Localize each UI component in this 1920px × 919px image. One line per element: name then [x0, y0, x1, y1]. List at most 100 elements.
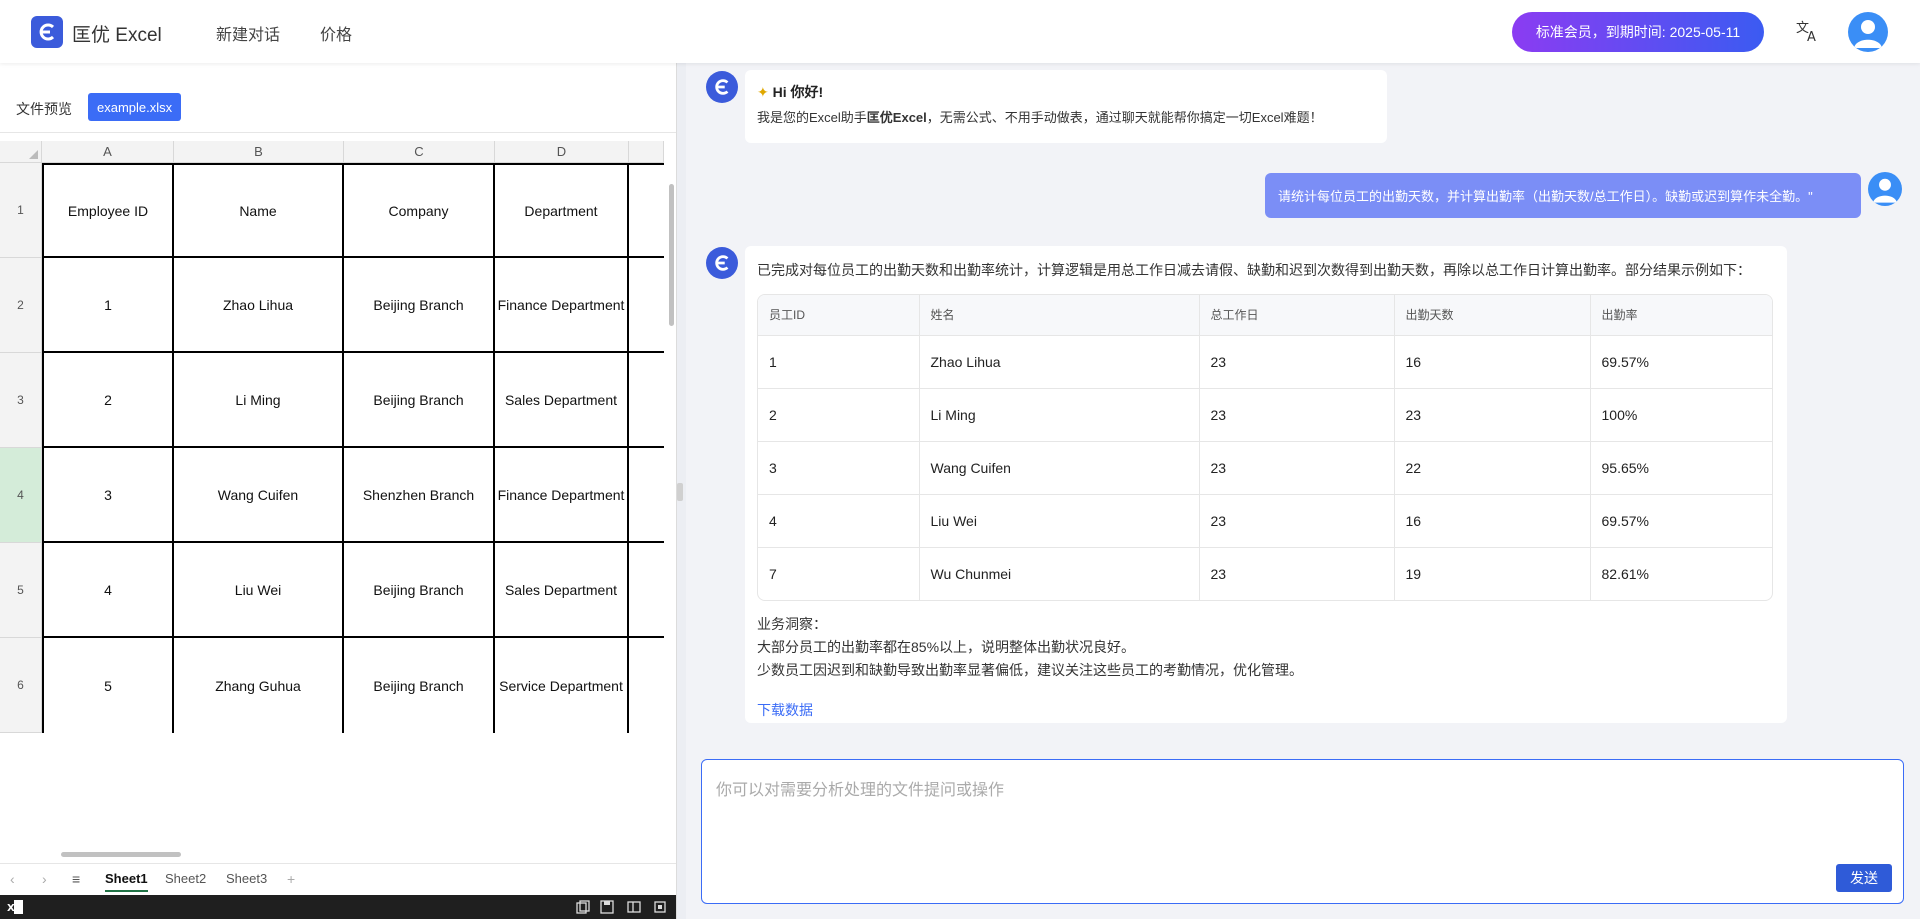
cell[interactable]: Beijing Branch: [344, 638, 495, 733]
table-cell: 23: [1199, 547, 1395, 600]
nav-pricing[interactable]: 价格: [320, 21, 352, 45]
vertical-scrollbar[interactable]: [669, 184, 674, 326]
cell[interactable]: Name: [174, 163, 344, 258]
cell[interactable]: [629, 638, 664, 733]
sheet-tab-sheet2[interactable]: Sheet2: [165, 871, 206, 886]
table-cell: 82.61%: [1601, 565, 1649, 582]
row-header[interactable]: 2: [0, 258, 42, 353]
cell[interactable]: [629, 353, 664, 448]
prev-sheet-icon[interactable]: ‹: [10, 871, 15, 887]
row-header[interactable]: 1: [0, 163, 42, 258]
cell[interactable]: Sales Department: [495, 543, 629, 638]
sheet-tab-sheet3[interactable]: Sheet3: [226, 871, 267, 886]
cell[interactable]: Zhao Lihua: [174, 258, 344, 353]
row-header-selected[interactable]: 4: [0, 448, 42, 543]
column-header[interactable]: [629, 141, 664, 163]
cell[interactable]: Shenzhen Branch: [344, 448, 495, 543]
cell[interactable]: Wang Cuifen: [174, 448, 344, 543]
row-header[interactable]: 5: [0, 543, 42, 638]
sheet-list-menu-icon[interactable]: ≡: [72, 871, 80, 887]
row-header[interactable]: 3: [0, 353, 42, 448]
greeting-text: 我是您的Excel助手匡优Excel，无需公式、不用手动做表，通过聊天就能帮你搞…: [757, 107, 1323, 126]
column-header[interactable]: C: [344, 141, 495, 163]
cell[interactable]: Sales Department: [495, 353, 629, 448]
spreadsheet-grid[interactable]: A B C D 1 2 3 4 5 6 Employee ID Name Com…: [0, 141, 676, 919]
sheet-tab-sheet1[interactable]: Sheet1: [105, 871, 148, 892]
splitter-grip-icon[interactable]: [677, 483, 683, 501]
table-header: 总工作日: [1199, 295, 1395, 336]
cell[interactable]: Zhang Guhua: [174, 638, 344, 733]
cell[interactable]: [629, 448, 664, 543]
file-tab[interactable]: example.xlsx: [88, 93, 182, 121]
greeting-text-suffix: ，无需公式、不用手动做表，通过聊天就能帮你搞定一切Excel难题！: [926, 110, 1323, 125]
table-cell: 23: [1394, 388, 1591, 442]
cell[interactable]: Department: [495, 163, 629, 258]
fullscreen-icon[interactable]: [652, 899, 668, 915]
send-button[interactable]: 发送: [1836, 864, 1892, 892]
file-preview-bar: 文件预览 example.xlsx: [0, 63, 676, 133]
table-cell: 16: [1394, 335, 1591, 389]
table-row: 2 Li Ming 23 23 100%: [758, 388, 1772, 442]
sheet-tab-bar: ‹ › ≡ Sheet1 Sheet2 Sheet3 +: [0, 863, 676, 893]
user-message: 请统计每位员工的出勤天数，并计算出勤率（出勤天数/总工作日）。缺勤或迟到算作未全…: [1265, 173, 1861, 218]
horizontal-scrollbar[interactable]: [61, 852, 181, 857]
column-header[interactable]: A: [42, 141, 174, 163]
cell[interactable]: Liu Wei: [174, 543, 344, 638]
cell[interactable]: Service Department: [495, 638, 629, 733]
table-row: 7 Wu Chunmei 23 19 82.61%: [758, 547, 1772, 600]
cell[interactable]: Finance Department: [495, 448, 629, 543]
insight-title: 业务洞察：: [757, 616, 827, 632]
cell[interactable]: 1: [42, 258, 174, 353]
table-cell: Li Ming: [919, 388, 1200, 442]
svg-text:X: X: [7, 903, 15, 914]
cell[interactable]: [629, 543, 664, 638]
top-header: 匡优 Excel 新建对话 价格 标准会员，到期时间: 2025-05-11 文…: [0, 0, 1920, 63]
table-row: 4 Liu Wei 23 16 69.57%: [758, 494, 1772, 548]
cell[interactable]: 2: [42, 353, 174, 448]
sparkle-icon: ✦: [757, 84, 769, 100]
row-header[interactable]: 6: [0, 638, 42, 733]
nav-new-chat[interactable]: 新建对话: [216, 21, 280, 45]
cell[interactable]: Li Ming: [174, 353, 344, 448]
download-data-link[interactable]: 下载数据: [757, 700, 813, 720]
status-bar: X: [0, 895, 676, 919]
cell[interactable]: [629, 258, 664, 353]
copy-icon[interactable]: [575, 899, 591, 915]
column-header[interactable]: D: [495, 141, 629, 163]
layout-view-icon[interactable]: [626, 899, 642, 915]
result-intro: 已完成对每位员工的出勤天数和出勤率统计，计算逻辑是用总工作日减去请假、缺勤和迟到…: [757, 262, 1751, 278]
add-sheet-button[interactable]: +: [287, 871, 295, 887]
cell[interactable]: [629, 163, 664, 258]
greeting-title-text: Hi 你好!: [772, 84, 824, 100]
membership-badge[interactable]: 标准会员，到期时间: 2025-05-11: [1512, 12, 1764, 52]
cell[interactable]: Employee ID: [42, 163, 174, 258]
cell[interactable]: Beijing Branch: [344, 258, 495, 353]
cell[interactable]: Beijing Branch: [344, 353, 495, 448]
next-sheet-icon[interactable]: ›: [42, 871, 47, 887]
cell[interactable]: 4: [42, 543, 174, 638]
brand-logo-icon[interactable]: [31, 16, 63, 48]
table-header: 员工ID: [758, 295, 920, 336]
table-cell: Wang Cuifen: [919, 441, 1200, 495]
cell[interactable]: 3: [42, 448, 174, 543]
column-header[interactable]: B: [174, 141, 344, 163]
assistant-avatar-icon: [706, 247, 738, 279]
file-preview-panel: 文件预览 example.xlsx A B C D 1 2 3 4 5 6 Em…: [0, 63, 676, 919]
chat-input[interactable]: [716, 776, 1886, 856]
cell[interactable]: Company: [344, 163, 495, 258]
chat-input-box: 发送: [701, 759, 1904, 904]
cell[interactable]: Finance Department: [495, 258, 629, 353]
table-row: 3 Wang Cuifen 23 22 95.65%: [758, 441, 1772, 495]
select-all-corner[interactable]: [0, 141, 42, 163]
brand-name[interactable]: 匡优 Excel: [72, 20, 162, 47]
cell[interactable]: 5: [42, 638, 174, 733]
cell[interactable]: Beijing Branch: [344, 543, 495, 638]
save-icon[interactable]: [599, 899, 615, 915]
translate-icon[interactable]: 文A: [1795, 18, 1821, 45]
table-cell: 69.57%: [1590, 335, 1772, 389]
table-cell: 1: [758, 335, 920, 389]
table-cell: 23: [1199, 388, 1395, 442]
table-cell: 23: [1199, 335, 1395, 389]
user-avatar-icon[interactable]: [1848, 12, 1888, 52]
table-header: 姓名: [919, 295, 1200, 336]
